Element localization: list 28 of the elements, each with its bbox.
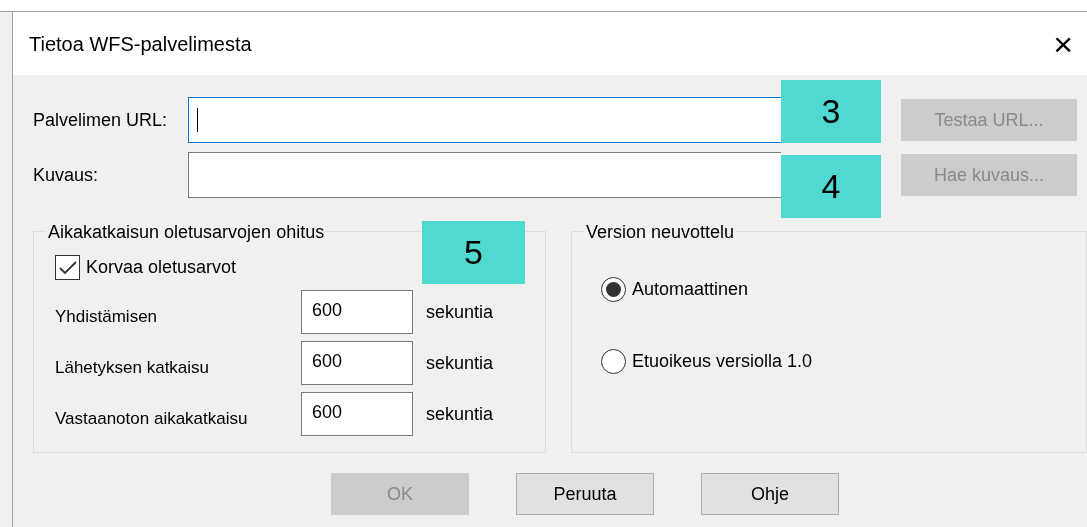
text-cursor xyxy=(197,108,198,132)
text-field[interactable] xyxy=(188,152,781,198)
radio-label: Etuoikeus versiolla 1.0 xyxy=(632,350,813,373)
check-icon xyxy=(58,260,77,275)
radio-button[interactable] xyxy=(601,277,626,302)
number-field[interactable]: 600 xyxy=(301,392,413,436)
text-field[interactable] xyxy=(188,97,781,143)
radio-button[interactable] xyxy=(601,349,626,374)
field-label: Palvelimen URL: xyxy=(33,108,169,132)
field-label: Lähetyksen katkaisu xyxy=(55,357,211,380)
dialog-button[interactable]: Ohje xyxy=(701,473,839,515)
unit-label: sekuntia xyxy=(426,402,494,426)
unit-label: sekuntia xyxy=(426,300,494,324)
number-field[interactable]: 600 xyxy=(301,290,413,334)
callout-marker: 3 xyxy=(781,80,881,143)
unit-label: sekuntia xyxy=(426,351,494,375)
number-field[interactable]: 600 xyxy=(301,341,413,385)
field-label: Yhdistämisen xyxy=(55,306,159,329)
window-title: Tietoa WFS-palvelimesta xyxy=(29,31,252,57)
radio-label: Automaattinen xyxy=(632,278,749,301)
callout-marker: 5 xyxy=(422,221,525,284)
dialog-button[interactable]: Peruuta xyxy=(516,473,654,515)
field-label: Vastaanoton aikakatkaisu xyxy=(55,408,249,431)
callout-marker: 4 xyxy=(781,155,881,218)
checkbox-label: Korvaa oletusarvot xyxy=(86,256,237,279)
field-label: Kuvaus: xyxy=(33,163,100,187)
close-button[interactable]: × xyxy=(1053,26,1073,61)
checkbox[interactable] xyxy=(55,255,80,280)
